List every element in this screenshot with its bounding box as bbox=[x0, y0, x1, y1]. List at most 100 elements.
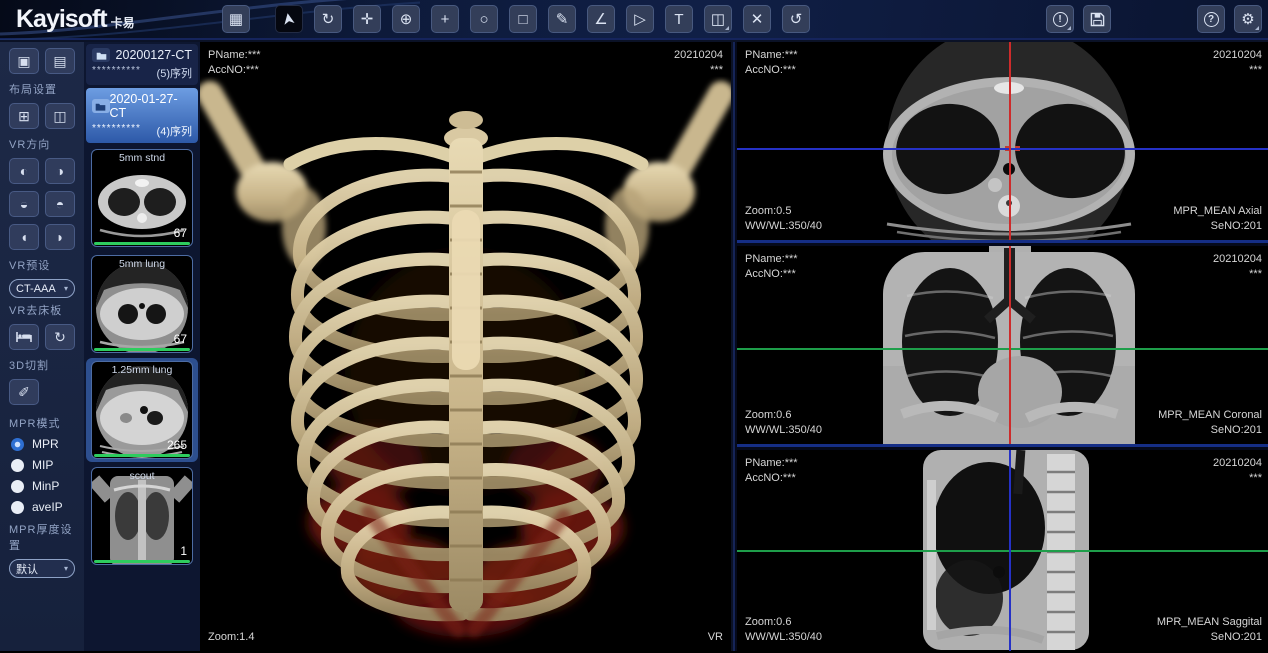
mpr-layout-icon[interactable]: ▦ bbox=[222, 5, 250, 33]
mpr-mode-option-aveip[interactable]: aveIP bbox=[11, 500, 75, 514]
study-series-count: (5)序列 bbox=[157, 65, 192, 81]
vr-direction-left-icon[interactable]: ◐ bbox=[9, 158, 39, 184]
vr-direction-top-icon[interactable]: ◖ bbox=[9, 224, 39, 250]
delete-annotation-icon[interactable]: ✕ bbox=[743, 5, 771, 33]
sagittal-crosshair-horizontal[interactable] bbox=[737, 550, 1268, 552]
mpr-coronal-viewport[interactable]: PName:***AccNO:*** 20210204*** Zoom:0.6W… bbox=[737, 246, 1268, 447]
series-thumbnail-scout[interactable]: scout 1 bbox=[86, 464, 198, 568]
study-item-2-selected[interactable]: 2020-01-27-CT ********** (4)序列 bbox=[86, 88, 198, 143]
cobb-angle-icon[interactable]: ▷ bbox=[626, 5, 654, 33]
layout-grid-icon[interactable]: ⊞ bbox=[9, 103, 39, 129]
study-item-1[interactable]: 20200127-CT ********** (5)序列 bbox=[86, 44, 198, 85]
radio-icon bbox=[11, 480, 24, 493]
vr-preset-dropdown[interactable]: CT-AAA ▾ bbox=[9, 279, 75, 298]
cut-3d-label: 3D切割 bbox=[9, 357, 75, 373]
series-panel: 20200127-CT ********** (5)序列 2020-01-27-… bbox=[84, 42, 200, 651]
reset-icon[interactable]: ↺ bbox=[782, 5, 810, 33]
mpr-axial-viewport[interactable]: PName:***AccNO:*** 20210204*** Zoom:0.5W… bbox=[737, 42, 1268, 243]
study-patient-masked: ********** bbox=[92, 65, 141, 81]
vr-preset-label: VR预设 bbox=[9, 257, 75, 273]
vr-ribcage-render bbox=[200, 42, 731, 653]
vr-bed-removal-label: VR去床板 bbox=[9, 302, 75, 318]
sagittal-crosshair-vertical[interactable] bbox=[1009, 450, 1011, 651]
scalpel-icon[interactable]: ✐ bbox=[9, 379, 39, 405]
layout-split-icon[interactable]: ◫ bbox=[45, 103, 75, 129]
vr-preset-value: CT-AAA bbox=[16, 283, 56, 295]
coronal-overlay-zoom: Zoom:0.6WW/WL:350/40 bbox=[745, 408, 822, 438]
vr-direction-back-icon[interactable]: ◓ bbox=[45, 191, 75, 217]
zoom-magnifier-icon[interactable]: ⊕ bbox=[392, 5, 420, 33]
vr-overlay-patient: PName:*** AccNO:*** bbox=[208, 48, 261, 78]
vr-overlay-zoom: Zoom:1.4 bbox=[208, 630, 254, 645]
study-title: 2020-01-27-CT bbox=[110, 92, 192, 120]
settings-gear-icon[interactable]: ⚙ bbox=[1234, 5, 1262, 33]
rectangle-roi-icon[interactable]: □ bbox=[509, 5, 537, 33]
save-icon[interactable] bbox=[1083, 5, 1111, 33]
coronal-crosshair-vertical[interactable] bbox=[1009, 246, 1011, 444]
ellipse-roi-icon[interactable]: ○ bbox=[470, 5, 498, 33]
info-icon[interactable]: ! bbox=[1046, 5, 1074, 33]
thumbnail-progress-bar bbox=[94, 560, 190, 563]
series-thumbnail-125mm-lung[interactable]: 1.25mm lung 265 bbox=[86, 358, 198, 462]
mpr-thickness-dropdown[interactable]: 默认 ▾ bbox=[9, 559, 75, 578]
vr-direction-label: VR方向 bbox=[9, 136, 75, 152]
thumbnail-progress-bar bbox=[94, 454, 190, 457]
axial-crosshair-horizontal[interactable] bbox=[737, 148, 1268, 150]
chevron-down-icon: ▾ bbox=[64, 284, 68, 293]
rotate-3d-icon[interactable]: ↻ bbox=[314, 5, 342, 33]
coronal-overlay-patient: PName:***AccNO:*** bbox=[745, 252, 798, 282]
header-bar: Kayisoft 卡易 ▦ ➤ ↻ ✛ ⊕ + ○ □ ✎ ∠ ▷ T ◫ ✕ … bbox=[0, 0, 1268, 40]
vr-direction-bottom-icon[interactable]: ◗ bbox=[45, 224, 75, 250]
logo-text: Kayisoft bbox=[16, 5, 107, 34]
axial-overlay-patient: PName:***AccNO:*** bbox=[745, 48, 798, 78]
radio-icon bbox=[11, 501, 24, 514]
crosshair-icon[interactable]: + bbox=[431, 5, 459, 33]
layout-report-icon[interactable]: ▤ bbox=[45, 48, 75, 74]
thumbnail-progress-bar bbox=[94, 348, 190, 351]
axial-crosshair-vertical[interactable] bbox=[1009, 42, 1011, 240]
main-toolbar: ▦ ➤ ↻ ✛ ⊕ + ○ □ ✎ ∠ ▷ T ◫ ✕ ↺ bbox=[222, 5, 810, 33]
angle-icon[interactable]: ∠ bbox=[587, 5, 615, 33]
measure-line-icon[interactable]: ✎ bbox=[548, 5, 576, 33]
logo-text-cn: 卡易 bbox=[111, 14, 135, 31]
vr-direction-front-icon[interactable]: ◒ bbox=[9, 191, 39, 217]
dicom-viewer-app: Kayisoft 卡易 ▦ ➤ ↻ ✛ ⊕ + ○ □ ✎ ∠ ▷ T ◫ ✕ … bbox=[0, 0, 1268, 651]
mpr-thickness-value: 默认 bbox=[16, 561, 38, 577]
layout-single-icon[interactable]: ▣ bbox=[9, 48, 39, 74]
toolbar-right-group: ? ⚙ bbox=[1197, 5, 1262, 33]
chevron-down-icon: ▾ bbox=[64, 564, 68, 573]
series-thumbnail-5mm-stnd[interactable]: 5mm stnd 67 bbox=[86, 146, 198, 250]
folder-open-icon bbox=[92, 99, 110, 113]
text-annotation-icon[interactable]: T bbox=[665, 5, 693, 33]
mpr-mode-label: MPR模式 bbox=[9, 415, 75, 431]
save-floppy-glyph bbox=[1090, 12, 1105, 27]
mpr-mode-option-mpr[interactable]: MPR bbox=[11, 437, 75, 451]
bed-removal-icon[interactable] bbox=[9, 324, 39, 350]
vr-overlay-study: 20210204 *** bbox=[674, 48, 723, 78]
window-level-icon[interactable]: ◫ bbox=[704, 5, 732, 33]
sagittal-overlay-series: MPR_MEAN SaggitalSeNO:201 bbox=[1157, 615, 1262, 645]
help-icon[interactable]: ? bbox=[1197, 5, 1225, 33]
bed-restore-icon[interactable]: ↻ bbox=[45, 324, 75, 350]
sagittal-overlay-patient: PName:***AccNO:*** bbox=[745, 456, 798, 486]
toolbar-mid-group: ! bbox=[1046, 5, 1111, 33]
mpr-mode-option-minp[interactable]: MinP bbox=[11, 479, 75, 493]
tool-sidebar: ▣ ▤ 布局设置 ⊞ ◫ VR方向 ◐ ◑ ◒ ◓ ◖ ◗ VR预设 CT-AA… bbox=[0, 42, 84, 651]
select-cursor-icon[interactable]: ➤ bbox=[275, 5, 303, 33]
vr-3d-viewport[interactable]: PName:*** AccNO:*** 20210204 *** Zoom:1.… bbox=[200, 42, 731, 651]
thumbnail-progress-bar bbox=[94, 242, 190, 245]
coronal-overlay-series: MPR_MEAN CoronalSeNO:201 bbox=[1158, 408, 1262, 438]
coronal-crosshair-horizontal[interactable] bbox=[737, 348, 1268, 350]
mpr-mode-option-mip[interactable]: MIP bbox=[11, 458, 75, 472]
vr-overlay-mode: VR bbox=[708, 630, 723, 645]
study-series-count: (4)序列 bbox=[157, 123, 192, 139]
mpr-column: PName:***AccNO:*** 20210204*** Zoom:0.5W… bbox=[733, 42, 1268, 651]
series-thumbnail-5mm-lung[interactable]: 5mm lung 67 bbox=[86, 252, 198, 356]
study-title: 20200127-CT bbox=[116, 48, 192, 62]
axial-overlay-zoom: Zoom:0.5WW/WL:350/40 bbox=[745, 204, 822, 234]
vr-direction-right-icon[interactable]: ◑ bbox=[45, 158, 75, 184]
pan-icon[interactable]: ✛ bbox=[353, 5, 381, 33]
mpr-sagittal-viewport[interactable]: PName:***AccNO:*** 20210204*** Zoom:0.6W… bbox=[737, 450, 1268, 651]
axial-overlay-study: 20210204*** bbox=[1213, 48, 1262, 78]
radio-selected-icon bbox=[11, 438, 24, 451]
